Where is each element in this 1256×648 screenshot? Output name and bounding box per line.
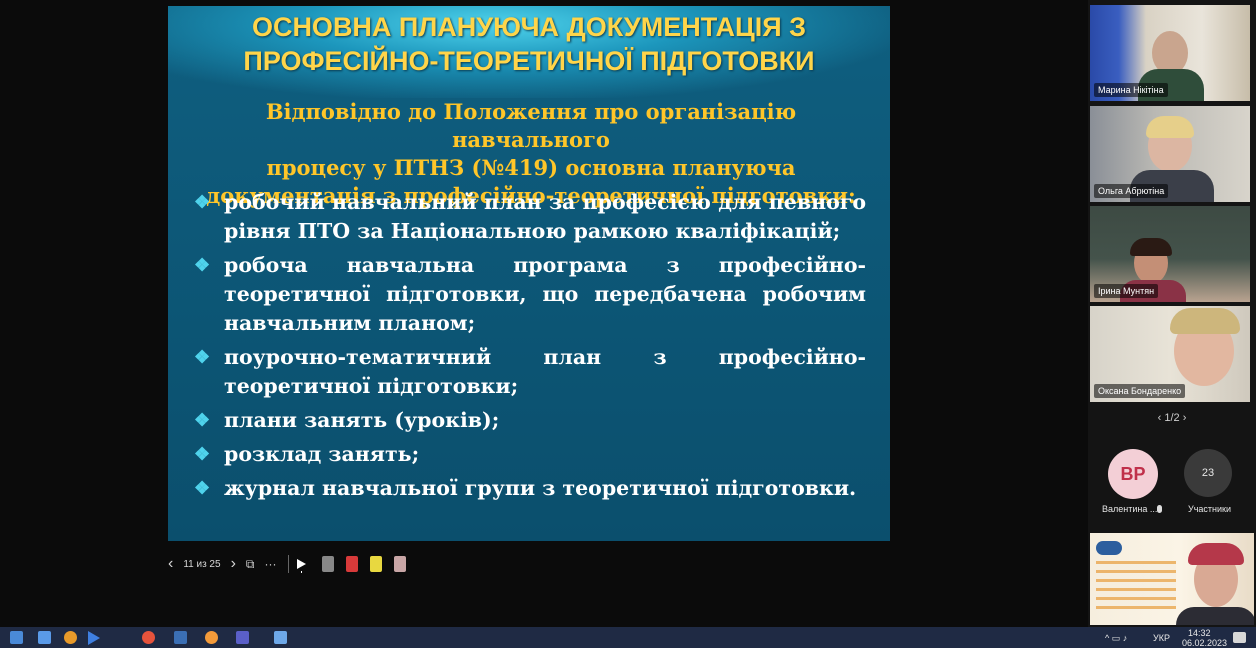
participant-name: Оксана Бондаренко	[1094, 384, 1186, 398]
save-icon[interactable]	[38, 631, 51, 644]
participant-avatar[interactable]: ВР	[1108, 449, 1158, 499]
red-pen-tool-icon[interactable]	[346, 556, 359, 572]
laser-pointer-tool[interactable]	[297, 559, 307, 569]
participant-name: Ірина Мунтян	[1094, 284, 1159, 298]
previous-slide-button[interactable]: ‹	[168, 555, 173, 573]
bullet-item: ❖ журнал навчальної групи з теоретичної п…	[194, 474, 866, 503]
media-player-icon[interactable]	[88, 631, 100, 645]
participants-pager[interactable]: ‹ 1/2 ›	[1088, 412, 1256, 424]
settings-gear-icon[interactable]	[205, 631, 218, 644]
language-indicator[interactable]: УКР	[1153, 634, 1170, 643]
bullet-item: ❖ робоча навчальна програма з професійно-…	[194, 251, 866, 338]
slide-title: ОСНОВНА ПЛАНУЮЧА ДОКУМЕНТАЦІЯ З ПРОФЕСІЙ…	[168, 10, 890, 78]
chrome-icon[interactable]	[142, 631, 155, 644]
participant-video-tile[interactable]: Оксана Бондаренко	[1090, 306, 1250, 402]
bullet-item: ❖ розклад занять;	[194, 440, 866, 469]
teams-icon[interactable]	[236, 631, 249, 644]
participants-panel: Марина Нікітіна Ольга Абрютіна Ірина Мун…	[1088, 0, 1256, 627]
slide-controls: ‹ 11 из 25 › ⧉ ···	[168, 552, 418, 576]
eraser-tool-icon[interactable]	[394, 556, 407, 572]
participant-hair	[1146, 116, 1194, 138]
next-slide-button[interactable]: ›	[231, 555, 236, 573]
bullet-text: поурочно-тематичний план з професійно-те…	[224, 345, 866, 398]
banner-graphic	[1096, 561, 1176, 609]
avatar-participant-name: Валентина ...	[1102, 504, 1158, 514]
windows-taskbar	[0, 627, 1256, 648]
slide-title-line-2: ПРОФЕСІЙНО-ТЕОРЕТИЧНОЇ ПІДГОТОВКИ	[243, 46, 815, 76]
bullet-item: ❖ робочий навчальний план за професією дл…	[194, 188, 866, 246]
participants-count-button[interactable]: 23	[1184, 449, 1232, 497]
bullet-text: розклад занять;	[224, 442, 420, 466]
file-explorer-icon[interactable]	[10, 631, 23, 644]
system-tray-icons[interactable]: ^ ▭ ♪	[1105, 634, 1127, 643]
bullet-text: робочий навчальний план за професією для…	[224, 190, 866, 243]
diamond-bullet-icon: ❖	[194, 347, 211, 368]
participant-name: Марина Нікітіна	[1094, 83, 1168, 97]
diamond-bullet-icon: ❖	[194, 478, 211, 499]
diamond-bullet-icon: ❖	[194, 410, 211, 431]
participant-hair	[1130, 238, 1172, 256]
calculator-icon[interactable]	[174, 631, 187, 644]
slide-page-indicator: 11 из 25	[183, 558, 221, 570]
participant-video-tile[interactable]: Ольга Абрютіна	[1090, 106, 1250, 202]
slide-title-line-1: ОСНОВНА ПЛАНУЮЧА ДОКУМЕНТАЦІЯ З	[251, 12, 807, 42]
banner-logo	[1096, 541, 1122, 555]
diamond-bullet-icon: ❖	[194, 255, 211, 276]
notifications-icon[interactable]	[1233, 632, 1246, 643]
participants-label: Участники	[1188, 504, 1231, 514]
participant-video-tile[interactable]: Марина Нікітіна	[1090, 5, 1250, 101]
slide-bullet-list: ❖ робочий навчальний план за професією дл…	[194, 188, 866, 508]
bullet-text: журнал навчальної групи з теоретичної пі…	[224, 476, 857, 500]
presentation-slide: ОСНОВНА ПЛАНУЮЧА ДОКУМЕНТАЦІЯ З ПРОФЕСІЙ…	[168, 6, 890, 541]
clock-time[interactable]: 14:32	[1188, 629, 1211, 638]
diamond-bullet-icon: ❖	[194, 444, 211, 465]
participant-name: Ольга Абрютіна	[1094, 184, 1169, 198]
presenter-hair	[1188, 543, 1244, 565]
bullet-text: плани занять (уроків);	[224, 408, 500, 432]
presenter-video-tile[interactable]	[1090, 533, 1254, 625]
slide-subtitle-line-1: Відповідно до Положення про організацію …	[265, 99, 797, 152]
presenter-body	[1176, 607, 1254, 625]
muted-mic-icon	[1157, 505, 1162, 513]
more-options-button[interactable]: ···	[264, 557, 276, 571]
clock-date[interactable]: 06.02.2023	[1182, 639, 1227, 648]
pen-tool-icon[interactable]	[322, 556, 335, 572]
layout-icon[interactable]: ⧉	[246, 557, 255, 572]
highlighter-tool-icon[interactable]	[370, 556, 383, 572]
bullet-text: робоча навчальна програма з професійно-т…	[224, 253, 866, 335]
participant-video-tile[interactable]: Ірина Мунтян	[1090, 206, 1250, 302]
slide-subtitle-line-2: процесу у ПТНЗ (№419) основна плануюча	[266, 155, 796, 180]
bullet-item: ❖ плани занять (уроків);	[194, 406, 866, 435]
window-app-icon[interactable]	[274, 631, 287, 644]
controls-divider	[288, 555, 290, 573]
bullet-item: ❖ поурочно-тематичний план з професійно-т…	[194, 343, 866, 401]
participant-hair	[1170, 308, 1240, 334]
app-icon[interactable]	[64, 631, 77, 644]
diamond-bullet-icon: ❖	[194, 192, 211, 213]
